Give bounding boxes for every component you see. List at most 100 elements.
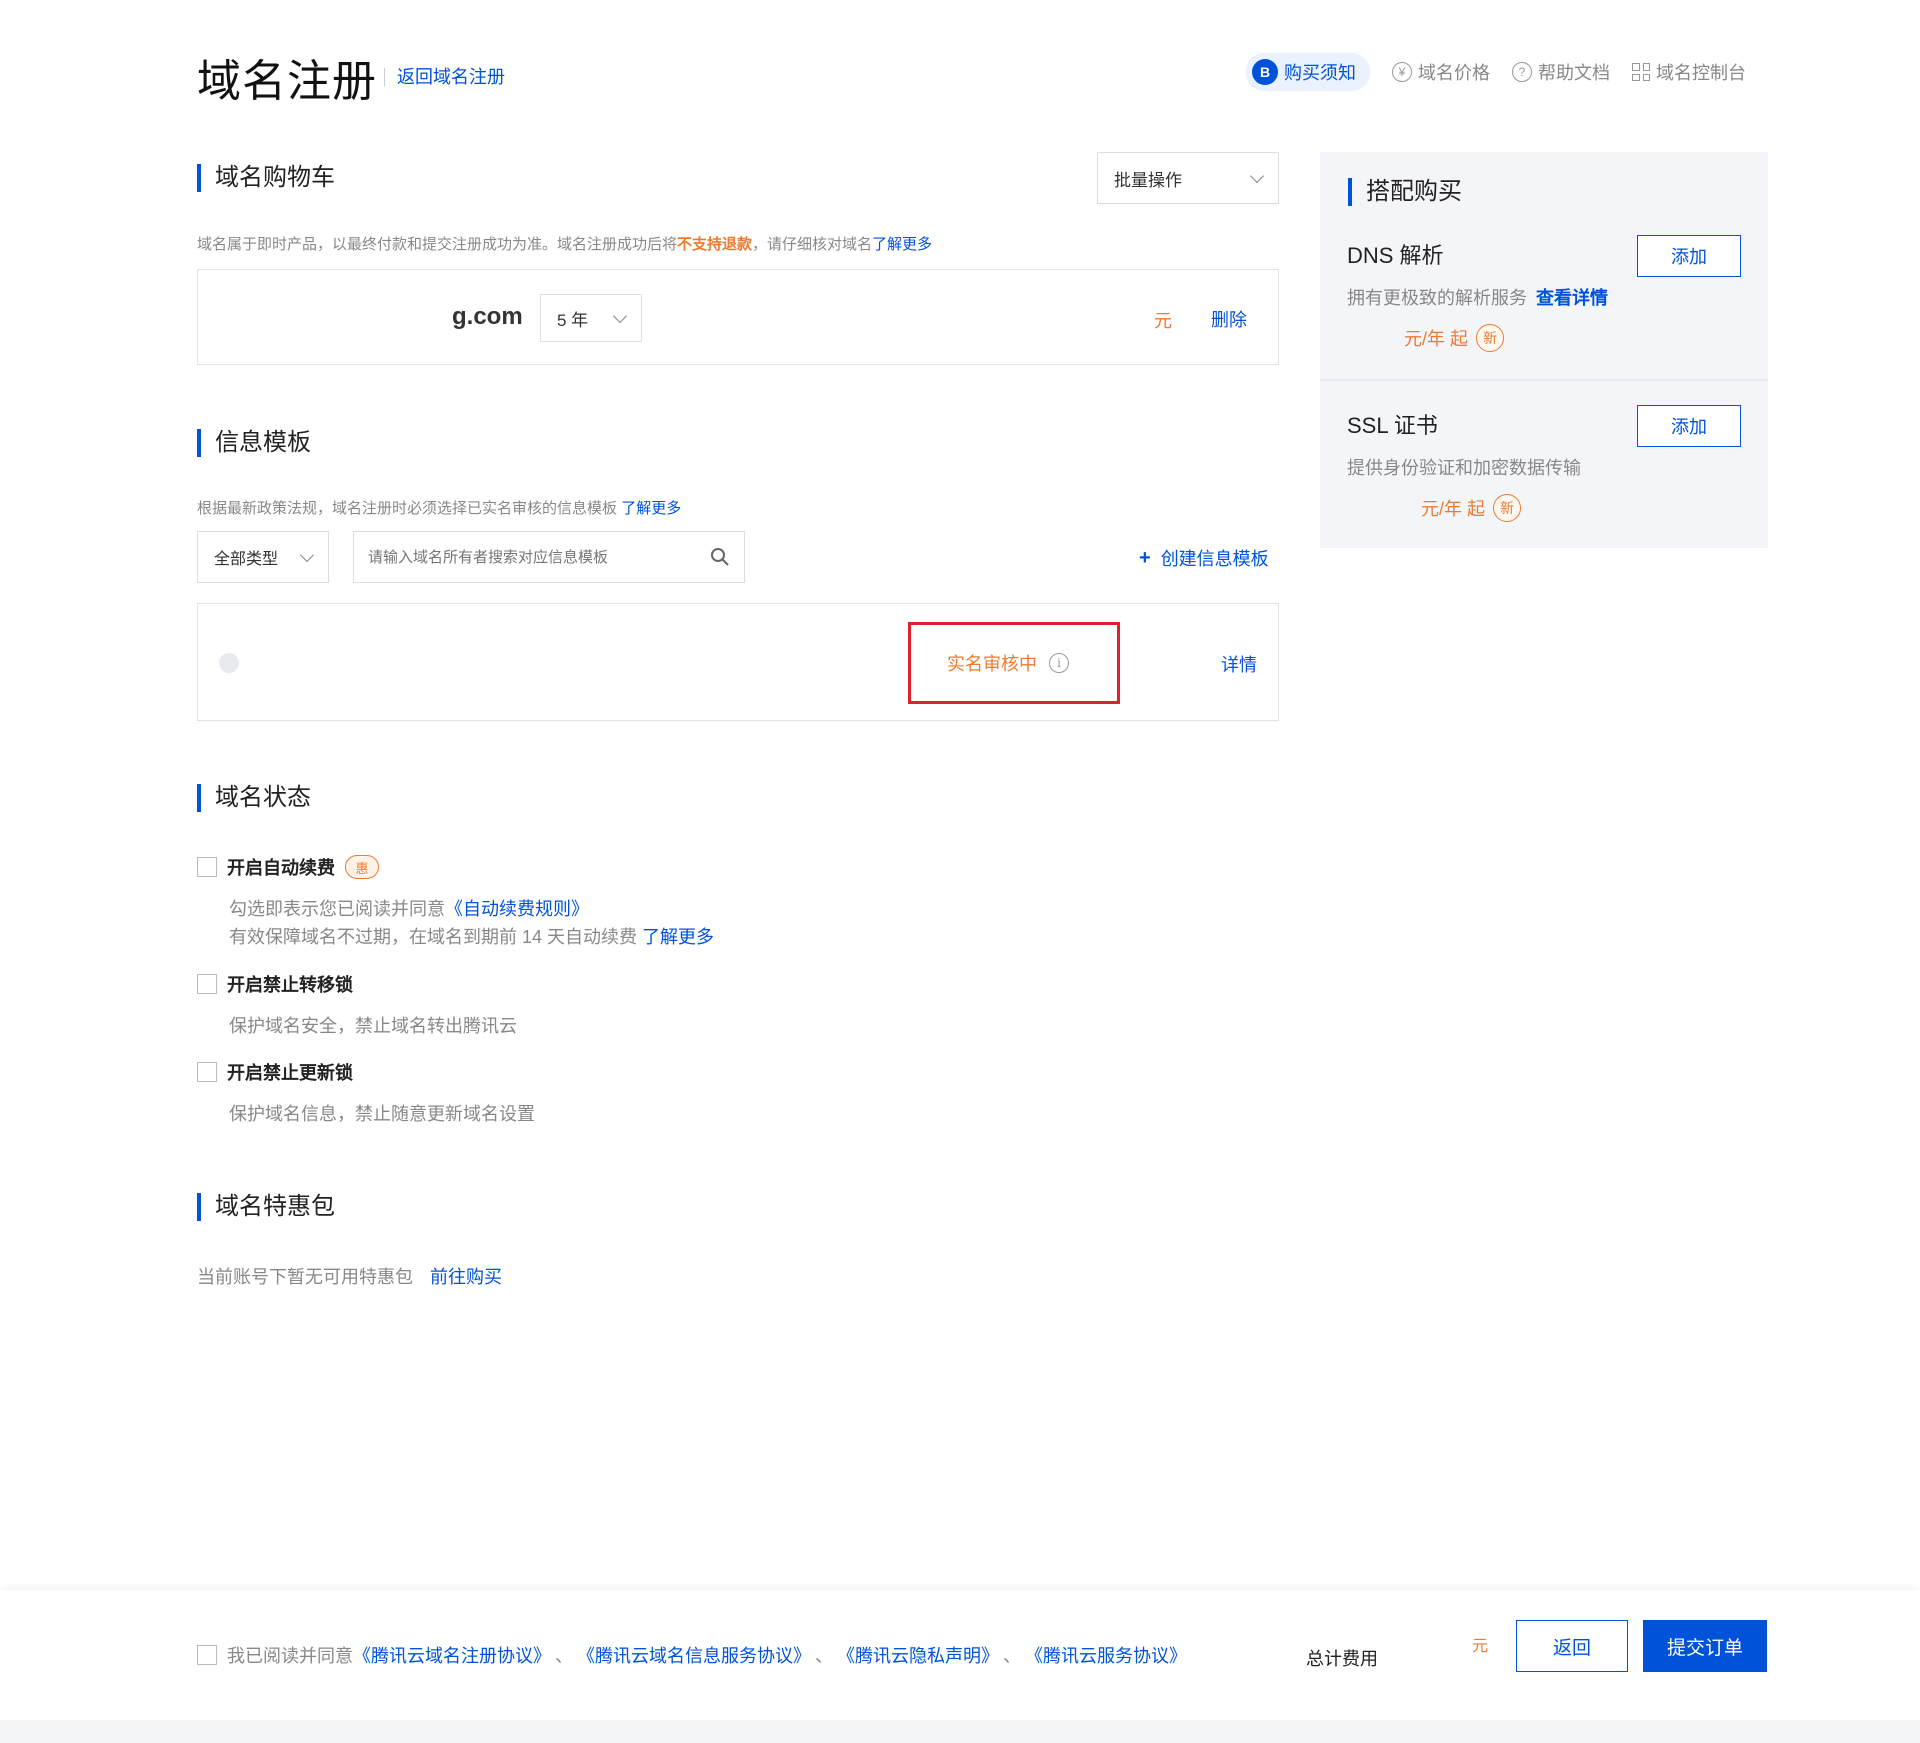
registration-years-select[interactable]: 5 年 xyxy=(540,294,642,342)
package-desc-text: 当前账号下暂无可用特惠包 xyxy=(197,1267,413,1287)
plus-icon: + xyxy=(1139,546,1151,569)
dns-desc-text: 拥有更极致的解析服务 xyxy=(1347,288,1527,308)
package-description: 当前账号下暂无可用特惠包 前往购买 xyxy=(197,1263,502,1289)
cart-learn-more-link[interactable]: 了解更多 xyxy=(872,236,932,253)
auto-renew-desc-2: 有效保障域名不过期，在域名到期前 14 天自动续费 了解更多 xyxy=(229,923,714,951)
cart-item-row: g.com 5 年 元 删除 xyxy=(197,269,1279,365)
registration-years-value: 5 年 xyxy=(557,310,589,330)
transfer-lock-checkbox[interactable] xyxy=(197,974,217,994)
top-nav: B 购买须知 ¥ 域名价格 ? 帮助文档 域名控制台 xyxy=(1246,53,1746,91)
add-dns-button[interactable]: 添加 xyxy=(1637,235,1741,277)
cart-desc-suffix: ，请仔细核对域名 xyxy=(752,236,873,253)
auto-renew-rules-link[interactable]: 《自动续费规则》 xyxy=(445,899,589,919)
ssl-product-name: SSL 证书 xyxy=(1347,413,1438,438)
help-docs-label: 帮助文档 xyxy=(1538,63,1610,83)
dns-view-details-link[interactable]: 查看详情 xyxy=(1536,288,1608,308)
template-detail-link[interactable]: 详情 xyxy=(1221,651,1257,677)
dns-price-unit: 元/年 起 xyxy=(1404,329,1469,349)
template-desc-text: 根据最新政策法规，域名注册时必须选择已实名审核的信息模板 xyxy=(197,500,618,517)
separator: 、 xyxy=(1003,1646,1021,1666)
template-type-value: 全部类型 xyxy=(214,551,279,568)
template-description: 根据最新政策法规，域名注册时必须选择已实名审核的信息模板 了解更多 xyxy=(197,497,681,518)
auto-renew-desc-1: 勾选即表示您已阅读并同意《自动续费规则》 xyxy=(229,895,589,923)
help-docs-nav[interactable]: ? 帮助文档 xyxy=(1512,59,1610,85)
template-search-box xyxy=(353,531,745,583)
ssl-description: 提供身份验证和加密数据传输 xyxy=(1347,458,1581,478)
purchase-notice-label: 购买须知 xyxy=(1284,63,1356,83)
new-badge: 新 xyxy=(1476,324,1505,352)
cart-description: 域名属于即时产品，以最终付款和提交注册成功为准。域名注册成功后将不支持退款，请仔… xyxy=(197,233,932,254)
auto-renew-option: 开启自动续费 惠 xyxy=(197,854,379,880)
dns-description: 拥有更极致的解析服务 查看详情 xyxy=(1347,284,1608,310)
purchase-notice-nav[interactable]: B 购买须知 xyxy=(1246,53,1370,91)
domain-info-service-agreement-link[interactable]: 《腾讯云域名信息服务协议》 xyxy=(577,1642,811,1668)
template-section-title: 信息模板 xyxy=(197,429,311,457)
transfer-lock-desc: 保护域名安全，禁止域名转出腾讯云 xyxy=(229,1016,517,1036)
bundle-purchase-panel: 搭配购买 DNS 解析 添加 拥有更极致的解析服务 查看详情 元/年 起 新 S… xyxy=(1320,152,1768,548)
domain-price-nav[interactable]: ¥ 域名价格 xyxy=(1392,59,1490,85)
no-refund-warning: 不支持退款 xyxy=(677,236,753,253)
transfer-lock-label: 开启禁止转移锁 xyxy=(227,975,353,995)
discount-badge: 惠 xyxy=(345,855,379,879)
auto-renew-checkbox[interactable] xyxy=(197,857,217,877)
update-lock-checkbox[interactable] xyxy=(197,1062,217,1082)
panel-divider xyxy=(1320,379,1768,381)
status-section-title: 域名状态 xyxy=(197,784,311,812)
cart-domain-name: g.com xyxy=(452,303,523,330)
chevron-down-icon xyxy=(1249,168,1265,183)
update-lock-label: 开启禁止更新锁 xyxy=(227,1063,353,1083)
update-lock-option: 开启禁止更新锁 xyxy=(197,1059,353,1085)
template-radio[interactable] xyxy=(219,653,239,673)
total-cost-label: 总计费用 xyxy=(1306,1649,1378,1669)
chevron-down-icon xyxy=(299,547,315,562)
agreement-row: 我已阅读并同意 《腾讯云域名注册协议》 、 《腾讯云域名信息服务协议》 、 《腾… xyxy=(197,1642,1187,1668)
batch-operations-label: 批量操作 xyxy=(1114,170,1182,190)
template-search-input[interactable] xyxy=(368,548,710,566)
ssl-price-unit: 元/年 起 xyxy=(1421,499,1486,519)
page-title: 域名注册 xyxy=(197,57,377,106)
update-lock-desc: 保护域名信息，禁止随意更新域名设置 xyxy=(229,1104,535,1124)
domain-price-label: 域名价格 xyxy=(1418,63,1490,83)
service-agreement-link[interactable]: 《腾讯云服务协议》 xyxy=(1025,1642,1187,1668)
cart-item-price-unit: 元 xyxy=(1154,311,1172,331)
delete-cart-item-link[interactable]: 删除 xyxy=(1211,306,1247,332)
yen-icon: ¥ xyxy=(1392,62,1412,82)
highlight-box xyxy=(908,622,1120,704)
cart-section-title: 域名购物车 xyxy=(197,164,335,192)
question-icon: ? xyxy=(1512,62,1532,82)
batch-operations-select[interactable]: 批量操作 xyxy=(1097,152,1279,204)
new-badge: 新 xyxy=(1493,494,1522,522)
create-template-button[interactable]: + 创建信息模板 xyxy=(1139,545,1269,571)
create-template-label: 创建信息模板 xyxy=(1160,549,1269,569)
search-icon[interactable] xyxy=(710,547,730,567)
order-footer: 我已阅读并同意 《腾讯云域名注册协议》 、 《腾讯云域名信息服务协议》 、 《腾… xyxy=(0,1590,1920,1720)
back-button[interactable]: 返回 xyxy=(1516,1620,1628,1672)
chevron-down-icon xyxy=(612,308,628,323)
agreement-checkbox[interactable] xyxy=(197,1645,217,1665)
template-learn-more-link[interactable]: 了解更多 xyxy=(621,500,681,517)
domain-console-nav[interactable]: 域名控制台 xyxy=(1632,59,1746,85)
auto-renew-label: 开启自动续费 xyxy=(227,858,335,878)
buy-package-link[interactable]: 前往购买 xyxy=(430,1267,502,1287)
purchase-notice-icon: B xyxy=(1252,59,1278,85)
privacy-statement-link[interactable]: 《腾讯云隐私声明》 xyxy=(837,1642,999,1668)
add-ssl-button[interactable]: 添加 xyxy=(1637,405,1741,447)
auto-renew-desc-text: 勾选即表示您已阅读并同意 xyxy=(229,899,445,919)
domain-registration-agreement-link[interactable]: 《腾讯云域名注册协议》 xyxy=(353,1642,551,1668)
domain-console-label: 域名控制台 xyxy=(1656,63,1746,83)
cart-desc-text: 域名属于即时产品，以最终付款和提交注册成功为准。域名注册成功后将 xyxy=(197,236,678,253)
package-section-title: 域名特惠包 xyxy=(197,1193,335,1221)
template-type-select[interactable]: 全部类型 xyxy=(197,531,329,583)
submit-order-button[interactable]: 提交订单 xyxy=(1643,1620,1767,1672)
agreement-prefix: 我已阅读并同意 xyxy=(227,1646,353,1666)
total-cost-currency: 元 xyxy=(1472,1638,1489,1655)
dns-product-name: DNS 解析 xyxy=(1347,243,1444,268)
dns-price: 元/年 起 新 xyxy=(1404,324,1505,352)
auto-renew-learn-more-link[interactable]: 了解更多 xyxy=(642,927,714,947)
back-to-domain-registration-link[interactable]: 返回域名注册 xyxy=(384,68,505,86)
footer-bottom-strip xyxy=(0,1720,1920,1743)
ssl-price: 元/年 起 新 xyxy=(1421,494,1522,522)
transfer-lock-option: 开启禁止转移锁 xyxy=(197,971,353,997)
separator: 、 xyxy=(815,1646,833,1666)
separator: 、 xyxy=(555,1646,573,1666)
